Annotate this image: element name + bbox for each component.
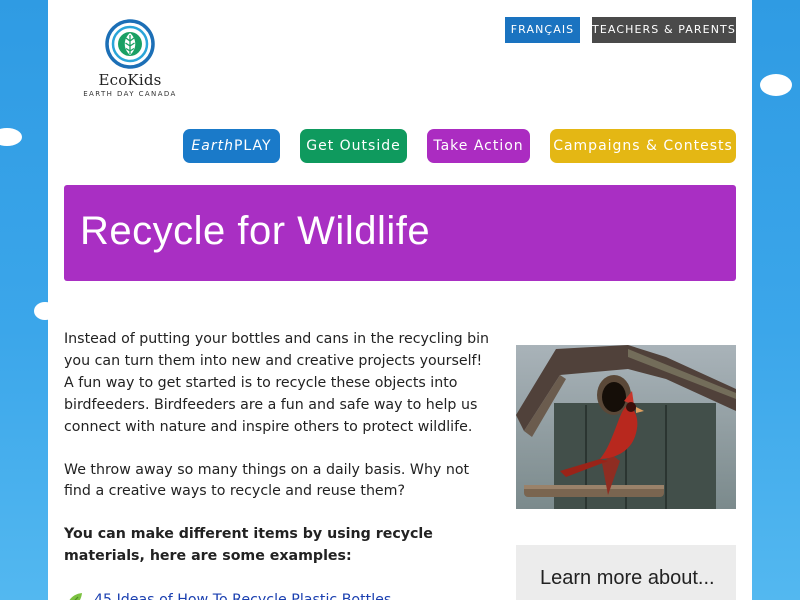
nav-earthplay-rest: PLAY (233, 138, 272, 154)
article-content: Instead of putting your bottles and cans… (64, 329, 494, 600)
list-item: 45 Ideas of How To Recycle Plastic Bottl… (64, 590, 494, 600)
logo-name: EcoKids (98, 71, 162, 89)
intro-paragraph: Instead of putting your bottles and cans… (64, 331, 490, 435)
learn-more-box: Learn more about... (516, 545, 736, 600)
nav-earthplay-italic: Earth (191, 138, 234, 154)
cloud-decoration (0, 128, 22, 146)
cloud-decoration (760, 74, 792, 96)
recycle-bottles-link[interactable]: 45 Ideas of How To Recycle Plastic Bottl… (94, 590, 391, 600)
examples-heading: You can make different items by using re… (64, 526, 433, 565)
nav-take-action-button[interactable]: Take Action (427, 129, 530, 163)
ecokids-logo[interactable]: EcoKids EARTH DAY CANADA (80, 18, 180, 108)
page-banner: Recycle for Wildlife (64, 185, 736, 281)
teachers-parents-button[interactable]: TEACHERS & PARENTS (592, 17, 736, 43)
second-paragraph: We throw away so many things on a daily … (64, 461, 470, 500)
birdhouse-cardinal-image (516, 345, 736, 509)
leaf-bullet-icon (69, 593, 82, 600)
nav-campaigns-button[interactable]: Campaigns & Contests (550, 129, 736, 163)
learn-more-title: Learn more about... (540, 567, 715, 589)
logo-subtitle: EARTH DAY CANADA (83, 90, 177, 98)
page-container: EcoKids EARTH DAY CANADA FRANÇAIS TEACHE… (48, 0, 752, 600)
nav-get-outside-button[interactable]: Get Outside (300, 129, 407, 163)
francais-button[interactable]: FRANÇAIS (505, 17, 580, 43)
page-title: Recycle for Wildlife (80, 209, 431, 253)
leaf-logo-icon (105, 19, 155, 69)
nav-earthplay-button[interactable]: EarthPLAY (183, 129, 280, 163)
